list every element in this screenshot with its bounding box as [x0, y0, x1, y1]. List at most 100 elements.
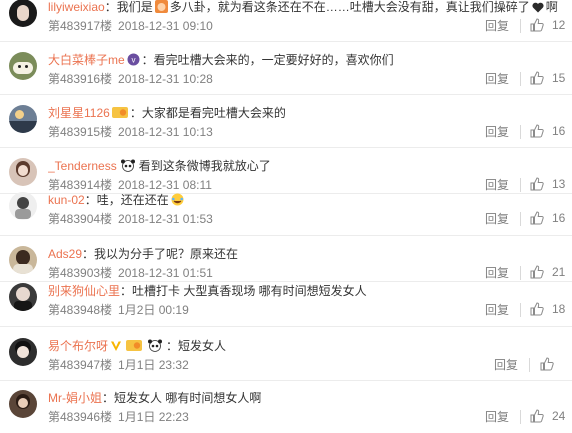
comment-meta: 第483915楼 2018-12-31 10:13 — [48, 125, 219, 139]
reply-button[interactable]: 回复 — [485, 125, 513, 139]
comment-text: ：短发女人 — [166, 339, 227, 353]
like-button[interactable]: 16 — [530, 210, 565, 226]
reply-button[interactable]: 回复 — [485, 303, 513, 317]
comment-item: 大白菜棒子me v ：看完吐槽大会来的，一定要好好的，喜欢你们 第483916楼 20… — [0, 49, 572, 95]
comment-username[interactable]: kun-02 — [48, 193, 85, 207]
comment-time: 2018-12-31 09:10 — [118, 19, 213, 33]
comment-time: 1月1日 22:23 — [118, 410, 189, 424]
comment-item: kun-02：哇，还在还在 第483904楼 2018-12-31 01:53 回… — [0, 189, 572, 236]
vip-badge-icon — [126, 340, 143, 351]
action-divider — [520, 212, 521, 226]
reply-button[interactable]: 回复 — [485, 410, 513, 424]
comment-item: Ads29：我以为分手了呢？原来还在 第483903楼 2018-12-31 01… — [0, 243, 572, 282]
thumbs-up-icon — [530, 302, 544, 316]
comment-meta: 第483948楼 1月2日 00:19 — [48, 303, 195, 317]
divider — [0, 235, 572, 236]
avatar[interactable] — [9, 52, 37, 80]
vip-badge-icon — [111, 107, 128, 118]
like-count: 18 — [552, 302, 566, 316]
like-button[interactable]: 12 — [530, 17, 565, 33]
comment-text: ：吐槽打卡 大型真香现场 哪有时间想短发女人 — [120, 284, 367, 298]
divider — [0, 326, 572, 327]
like-button[interactable]: 16 — [530, 123, 565, 139]
action-divider — [520, 72, 521, 86]
floor-number: 第483947楼 — [48, 358, 113, 372]
comment-meta: 第483904楼 2018-12-31 01:53 — [48, 212, 219, 226]
panda-emoji-icon — [148, 339, 163, 352]
comment-item: 易个布尔呀 ：短发女人 第483947楼 1月1日 23:32 回复 — [0, 335, 572, 381]
thumbs-up-icon — [540, 357, 554, 371]
comment-username[interactable]: 别来狗仙心里 — [48, 284, 120, 298]
comment-item: Mr-娟小姐：短发女人 哪有时间想女人啊 第483946楼 1月1日 22:23 … — [0, 387, 572, 433]
comment-username[interactable]: Ads29 — [48, 247, 82, 261]
comment-time: 1月2日 00:19 — [118, 303, 189, 317]
comment-time: 2018-12-31 01:53 — [118, 212, 213, 226]
comment-text: 看到这条微博我就放心了 — [138, 159, 271, 173]
like-button[interactable]: 18 — [530, 301, 565, 317]
comment-text: ：我以为分手了呢？原来还在 — [82, 247, 239, 261]
action-divider — [520, 410, 521, 424]
comment-time: 1月1日 23:32 — [118, 358, 189, 372]
floor-number: 第483917楼 — [48, 19, 113, 33]
comment-username[interactable]: Mr-娟小姐 — [48, 391, 102, 405]
floor-number: 第483948楼 — [48, 303, 113, 317]
comment-item: 刘星星1126 ：大家都是看完吐槽大会来的 第483915楼 2018-12-31 … — [0, 102, 572, 148]
floor-number: 第483904楼 — [48, 212, 113, 226]
avatar[interactable] — [9, 192, 37, 220]
comment-meta: 第483946楼 1月1日 22:23 — [48, 410, 195, 424]
comment-item: lilyiweixiao：我们是 多八卦，就为看这条还在不在……吐槽大会没有甜，真… — [0, 0, 572, 42]
comment-time: 2018-12-31 10:13 — [118, 125, 213, 139]
comment-text-end: 啊 — [545, 0, 558, 14]
comment-colon: ： — [104, 0, 117, 14]
action-divider — [520, 303, 521, 317]
comment-username[interactable]: 大白菜棒子me — [48, 53, 125, 67]
divider — [0, 41, 572, 42]
avatar[interactable] — [9, 0, 37, 27]
action-divider — [529, 358, 530, 372]
thumbs-up-icon — [530, 124, 544, 138]
comment-meta: 第483903楼 2018-12-31 01:51 — [48, 266, 219, 280]
action-divider — [520, 266, 521, 280]
avatar[interactable] — [9, 390, 37, 418]
comment-time: 2018-12-31 01:51 — [118, 266, 213, 280]
thumbs-up-icon — [530, 71, 544, 85]
comment-text: ：哇，还在还在 — [84, 193, 169, 207]
reply-button[interactable]: 回复 — [494, 358, 522, 372]
like-count: 21 — [552, 265, 566, 279]
comment-username[interactable]: 刘星星1126 — [48, 106, 110, 120]
like-button[interactable]: 15 — [530, 70, 565, 86]
reply-button[interactable]: 回复 — [485, 72, 513, 86]
heart-icon — [532, 2, 544, 13]
floor-number: 第483916楼 — [48, 72, 113, 86]
divider — [0, 94, 572, 95]
avatar[interactable] — [9, 338, 37, 366]
comment-item: 别来狗仙心里：吐槽打卡 大型真香现场 哪有时间想短发女人 第483948楼 1月2… — [0, 280, 572, 327]
like-button[interactable] — [540, 356, 562, 372]
comment-username[interactable]: _Tenderness — [48, 159, 117, 173]
thumbs-up-icon — [530, 265, 544, 279]
like-count: 16 — [552, 211, 566, 225]
divider — [0, 380, 572, 381]
reply-button[interactable]: 回复 — [485, 266, 513, 280]
comment-username[interactable]: 易个布尔呀 — [48, 339, 108, 353]
reply-button[interactable]: 回复 — [485, 19, 513, 33]
svg-text:v: v — [131, 56, 135, 65]
like-count: 12 — [552, 18, 566, 32]
like-button[interactable]: 24 — [530, 408, 565, 424]
avatar[interactable] — [9, 283, 37, 311]
like-count: 16 — [552, 124, 566, 138]
comment-text: ：看完吐槽大会来的，一定要好好的，喜欢你们 — [141, 53, 394, 67]
action-divider — [520, 125, 521, 139]
avatar[interactable] — [9, 158, 37, 186]
like-button[interactable]: 21 — [530, 264, 565, 280]
comment-meta: 第483947楼 1月1日 23:32 — [48, 358, 195, 372]
comment-text: 我们是 — [116, 0, 153, 14]
comment-time: 2018-12-31 10:28 — [118, 72, 213, 86]
reply-button[interactable]: 回复 — [485, 212, 513, 226]
avatar[interactable] — [9, 105, 37, 133]
like-count: 24 — [552, 409, 566, 423]
thumbs-up-icon — [530, 211, 544, 225]
thumbs-up-icon — [530, 18, 544, 32]
comment-username[interactable]: lilyiweixiao — [48, 0, 105, 14]
avatar[interactable] — [9, 246, 37, 274]
